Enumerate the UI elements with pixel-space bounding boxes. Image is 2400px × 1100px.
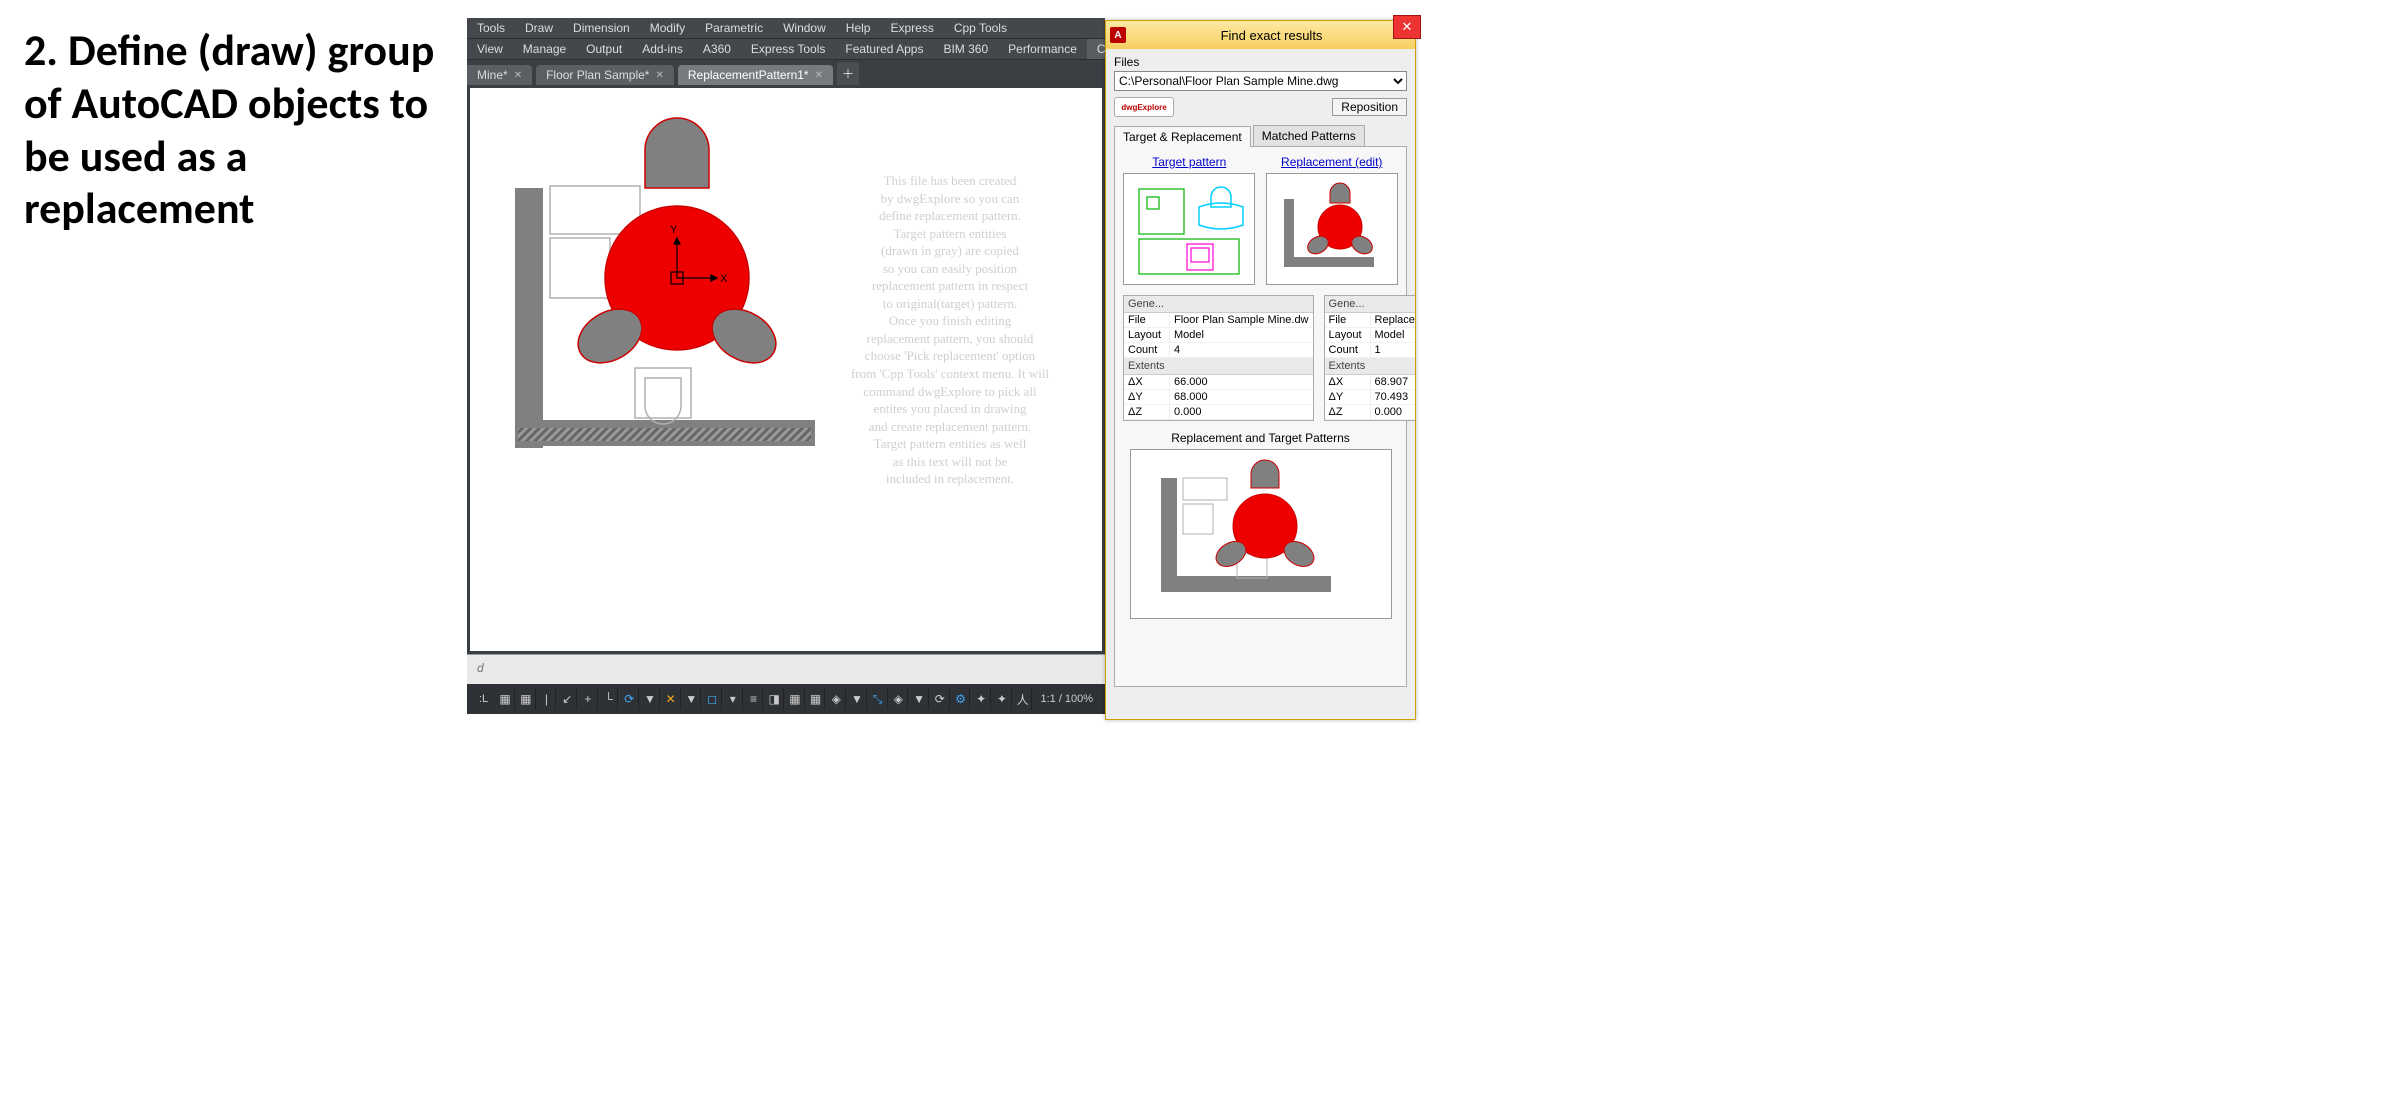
drop3-icon[interactable]: ▾: [724, 688, 743, 710]
close-icon[interactable]: ✕: [514, 70, 522, 81]
replacement-properties-grid[interactable]: Gene... FileReplacementPattern2.dwg Layo…: [1324, 295, 1415, 421]
ribbon-view[interactable]: View: [467, 39, 513, 59]
doc-tab-label: Mine*: [477, 68, 508, 82]
human-icon[interactable]: 人: [1014, 688, 1033, 710]
dialog-close-button[interactable]: ✕: [1393, 15, 1421, 39]
drop2-icon[interactable]: ▼: [683, 688, 702, 710]
doc-tab-replacementpattern[interactable]: ReplacementPattern1* ✕: [678, 65, 833, 85]
status-prefix: :L: [473, 693, 494, 705]
menu-dimension[interactable]: Dimension: [563, 18, 640, 38]
find-results-dialog: A Find exact results ✕ Files C:\Personal…: [1105, 20, 1416, 720]
close-icon[interactable]: ✕: [655, 70, 663, 81]
lweight-icon[interactable]: ≡: [745, 688, 764, 710]
target-pattern-link[interactable]: Target pattern: [1123, 155, 1256, 169]
doc-tab-floorplan[interactable]: Floor Plan Sample* ✕: [536, 65, 674, 85]
plus-icon[interactable]: +: [579, 688, 598, 710]
panel-tabs: Target & Replacement Matched Patterns: [1114, 125, 1407, 147]
grid-icon[interactable]: ▦: [496, 688, 515, 710]
ribbon-performance[interactable]: Performance: [998, 39, 1087, 59]
tab-target-replacement-page: Target pattern: [1114, 147, 1407, 687]
menu-help[interactable]: Help: [836, 18, 881, 38]
grid-header: Gene...: [1124, 296, 1313, 313]
slide-caption: 2. Define (draw) group of AutoCAD object…: [24, 24, 444, 235]
combined-preview-title: Replacement and Target Patterns: [1123, 431, 1398, 445]
dialog-titlebar[interactable]: A Find exact results ✕: [1106, 21, 1415, 49]
reposition-button[interactable]: Reposition: [1332, 98, 1407, 116]
osnap-icon[interactable]: ◻: [703, 688, 722, 710]
combined-preview[interactable]: [1130, 449, 1392, 619]
replacement-thumb[interactable]: [1266, 173, 1398, 285]
autocad-menubar: Tools Draw Dimension Modify Parametric W…: [467, 18, 1105, 39]
update-icon[interactable]: ⟳: [931, 688, 950, 710]
autocad-window: Tools Draw Dimension Modify Parametric W…: [467, 18, 1105, 714]
doc-tab-label: Floor Plan Sample*: [546, 68, 649, 82]
close-icon[interactable]: ✕: [815, 70, 823, 81]
status-zoom: 1:1 / 100%: [1034, 693, 1099, 705]
star2-icon[interactable]: ✦: [993, 688, 1012, 710]
iso-icon[interactable]: ◈: [827, 688, 846, 710]
menu-modify[interactable]: Modify: [640, 18, 695, 38]
dialog-title: Find exact results: [1132, 28, 1411, 43]
new-doc-button[interactable]: ＋: [837, 62, 859, 85]
ucs-y-label: Y: [670, 224, 678, 236]
drop5-icon[interactable]: ▼: [910, 688, 929, 710]
files-label: Files: [1114, 55, 1407, 69]
star-icon[interactable]: ✦: [972, 688, 991, 710]
ribbon-featured[interactable]: Featured Apps: [835, 39, 933, 59]
doc-tab-mine[interactable]: Mine* ✕: [467, 65, 532, 85]
target-pattern-thumb[interactable]: [1123, 173, 1255, 285]
plus-icon: ＋: [842, 65, 854, 82]
snap-icon[interactable]: ↙: [558, 688, 577, 710]
drawing-canvas[interactable]: X Y This file has been created by dwgExp…: [467, 85, 1105, 654]
tab-matched-patterns[interactable]: Matched Patterns: [1253, 125, 1365, 146]
sep-icon: |: [538, 688, 557, 710]
target-properties-grid[interactable]: Gene... FileFloor Plan Sample Mine.dw La…: [1123, 295, 1314, 421]
sel2-icon[interactable]: ▦: [807, 688, 826, 710]
ann-icon[interactable]: ⤡: [869, 688, 888, 710]
doc-tab-label: ReplacementPattern1*: [688, 68, 809, 82]
ucs-x-label: X: [720, 273, 728, 285]
grid-header: Extents: [1325, 358, 1415, 375]
menu-cpptools[interactable]: Cpp Tools: [944, 18, 1017, 38]
canvas-helper-text: This file has been created by dwgExplore…: [805, 172, 1095, 488]
ribbon-manage[interactable]: Manage: [513, 39, 576, 59]
grid-header: Gene...: [1325, 296, 1415, 313]
replacement-edit-link[interactable]: Replacement (edit): [1266, 155, 1399, 169]
polar-icon[interactable]: ⟳: [620, 688, 639, 710]
app-icon: A: [1110, 27, 1126, 43]
dialog-body: Files C:\Personal\Floor Plan Sample Mine…: [1106, 49, 1415, 719]
grid-header: Extents: [1124, 358, 1313, 375]
status-bar: :L ▦ ▦ | ↙ + └ ⟳ ▼ ✕ ▼ ◻ ▾ ≡ ◨ ▦ ▦ ◈ ▼ ⤡…: [467, 684, 1105, 714]
dwgexplore-indicator[interactable]: dwgExplore: [1114, 97, 1174, 117]
drop4-icon[interactable]: ▼: [848, 688, 867, 710]
menu-window[interactable]: Window: [773, 18, 836, 38]
tab-target-replacement[interactable]: Target & Replacement: [1114, 126, 1251, 147]
trans-icon[interactable]: ◨: [765, 688, 784, 710]
menu-express[interactable]: Express: [880, 18, 943, 38]
document-tabs: Mine* ✕ Floor Plan Sample* ✕ Replacement…: [467, 60, 1105, 85]
ribbon-output[interactable]: Output: [576, 39, 632, 59]
command-line[interactable]: d: [467, 654, 1105, 684]
off-icon[interactable]: ✕: [662, 688, 681, 710]
ribbon-bim360[interactable]: BIM 360: [933, 39, 998, 59]
grid2-icon[interactable]: ▦: [517, 688, 536, 710]
ribbon-cpp[interactable]: Cpp: [1087, 39, 1105, 59]
menu-draw[interactable]: Draw: [515, 18, 563, 38]
ortho-icon[interactable]: └: [600, 688, 619, 710]
menu-tools[interactable]: Tools: [467, 18, 515, 38]
sel-icon[interactable]: ▦: [786, 688, 805, 710]
menu-parametric[interactable]: Parametric: [695, 18, 773, 38]
ribbon-expresstools[interactable]: Express Tools: [741, 39, 835, 59]
drop-icon[interactable]: ▼: [641, 688, 660, 710]
ribbon-a360[interactable]: A360: [693, 39, 741, 59]
autocad-ribbontabs: View Manage Output Add-ins A360 Express …: [467, 39, 1105, 60]
ribbon-addins[interactable]: Add-ins: [632, 39, 693, 59]
files-dropdown[interactable]: C:\Personal\Floor Plan Sample Mine.dwg: [1114, 71, 1407, 91]
iso2-icon[interactable]: ◈: [890, 688, 909, 710]
gear-icon[interactable]: ⚙: [952, 688, 971, 710]
